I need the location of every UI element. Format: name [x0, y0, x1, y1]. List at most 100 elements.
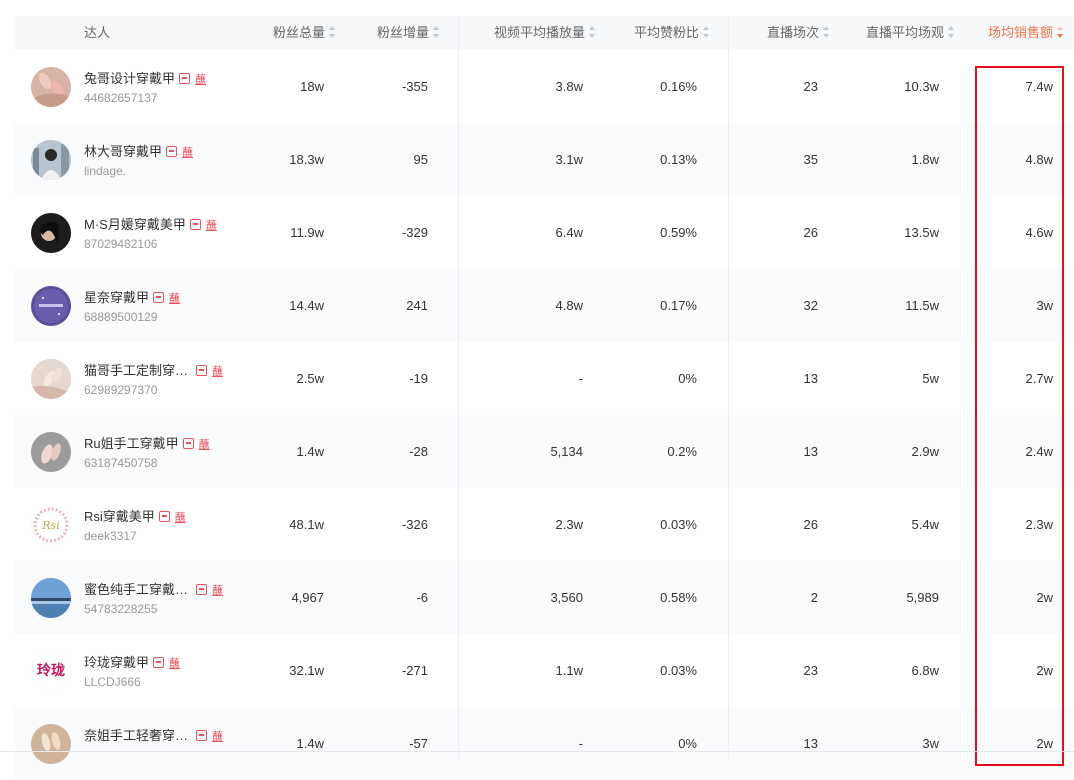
avatar[interactable] [31, 286, 71, 326]
cell-followers-growth: -329 [401, 225, 428, 240]
sort-caret-icon[interactable] [433, 26, 440, 38]
table-row[interactable]: Ru姐手工穿戴甲 蘸 63187450758 1.4w -28 5,134 0.2% 13 2.… [14, 415, 1074, 488]
sort-caret-icon[interactable] [329, 26, 336, 38]
table-row[interactable]: 林大哥穿戴甲 蘸 lindage. 18.3w 95 3.1w 0.13% 35 1.8w 4.8… [14, 123, 1074, 196]
table-row[interactable]: 兔哥设计穿戴甲 蘸 44682657137 18w -355 3.8w 0.16% 23 10.… [14, 50, 1074, 123]
influencer-info: 玲珑穿戴甲 蘸 LLCDJ666 [84, 654, 254, 690]
influencer-uid: deek3317 [84, 529, 137, 543]
table-row[interactable]: 猫哥手工定制穿… 蘸 62989297370 2.5w -19 - 0% 13 5w 2.7w [14, 342, 1074, 415]
avatar[interactable] [31, 724, 71, 764]
cell-followers-total: 48.1w [289, 517, 324, 532]
influencer-info: 兔哥设计穿戴甲 蘸 44682657137 [84, 70, 254, 106]
column-header-followers-growth[interactable]: 粉丝增量 [377, 16, 440, 50]
cell-followers-growth: 95 [413, 152, 428, 167]
cell-followers-total: 2.5w [296, 371, 324, 386]
column-header-label: 直播场次 [766, 25, 819, 40]
influencer-name[interactable]: 蜜色纯手工穿戴… [84, 581, 192, 599]
column-header-live-sessions[interactable]: 直播场次 [767, 16, 830, 50]
influencer-name[interactable]: 玲珑穿戴甲 [84, 654, 149, 672]
influencer-name[interactable]: M·S月媛穿戴美甲 [84, 216, 186, 234]
table-row[interactable]: M·S月媛穿戴美甲 蘸 87029482106 11.9w -329 6.4w 0.59% 2… [14, 196, 1074, 269]
cell-avg-sales-per-session: 2.7w [1025, 371, 1053, 386]
table-row[interactable]: Rsi Rsi穿戴美甲 蘸 deek3317 48.1w -326 2.3w 0.03% 26 5… [14, 488, 1074, 561]
cell-followers-total: 14.4w [289, 298, 324, 313]
sort-caret-icon[interactable] [823, 26, 830, 38]
influencer-uid: 63187450758 [84, 456, 158, 470]
cell-live-avg-viewers: 1.8w [911, 152, 939, 167]
shop-icon [196, 730, 207, 741]
cell-live-sessions: 13 [803, 371, 818, 386]
column-header-live-avg-viewers[interactable]: 直播平均场观 [866, 16, 955, 50]
shop-icon [189, 219, 201, 230]
cell-video-avg-plays: 3.8w [555, 79, 583, 94]
cell-avg-like-fan-ratio: 0.2% [667, 444, 697, 459]
cell-live-avg-viewers: 3w [922, 736, 939, 751]
table-header: 达人 粉丝总量 粉丝增量 视频平均播放量 平均赞粉比 直播场次 直播平均场观 场均销售额 [14, 16, 1074, 50]
table-row[interactable]: 星奈穿戴甲 蘸 68889500129 14.4w 241 4.8w 0.17% 32 11.5… [14, 269, 1074, 342]
column-header-avg-like-fan-ratio[interactable]: 平均赞粉比 [634, 16, 710, 50]
badge-label: 蘸 [212, 731, 223, 743]
cell-live-avg-viewers: 5,989 [906, 590, 939, 605]
cell-followers-total: 18.3w [289, 152, 324, 167]
shop-icon [179, 73, 191, 84]
sort-caret-icon[interactable] [589, 26, 596, 38]
cell-avg-like-fan-ratio: 0.17% [660, 298, 697, 313]
cell-live-avg-viewers: 5w [922, 371, 939, 386]
shop-icon [153, 657, 165, 668]
column-header-avg-sales-per-session[interactable]: 场均销售额 [988, 16, 1064, 50]
sort-caret-icon[interactable] [1057, 26, 1064, 38]
influencer-uid: 62989297370 [84, 383, 158, 397]
avatar[interactable] [31, 213, 71, 253]
influencer-uid: 68889500129 [84, 310, 158, 324]
cell-video-avg-plays: 1.1w [555, 663, 583, 678]
avatar[interactable]: 玲珑 [31, 651, 71, 691]
column-divider [458, 16, 459, 758]
badge-label: 蘸 [212, 366, 223, 378]
cell-video-avg-plays: 4.8w [555, 298, 583, 313]
cell-live-avg-viewers: 6.8w [911, 663, 939, 678]
cell-avg-like-fan-ratio: 0.13% [660, 152, 697, 167]
sort-caret-icon[interactable] [703, 26, 710, 38]
cell-live-sessions: 13 [803, 444, 818, 459]
avatar[interactable] [31, 67, 71, 107]
influencer-name[interactable]: 林大哥穿戴甲 [84, 143, 162, 161]
influencer-name[interactable]: Ru姐手工穿戴甲 [84, 435, 179, 453]
influencer-name[interactable]: 奈姐手工轻奢穿… [84, 727, 192, 745]
column-header-video-avg-plays[interactable]: 视频平均播放量 [494, 16, 596, 50]
table-row[interactable]: 蜜色纯手工穿戴… 蘸 54783228255 4,967 -6 3,560 0.58% 2 5,… [14, 561, 1074, 634]
cell-live-sessions: 26 [803, 225, 818, 240]
influencer-name[interactable]: 星奈穿戴甲 [84, 289, 149, 307]
badge-label: 蘸 [169, 293, 181, 305]
shop-icon [166, 146, 178, 157]
sort-caret-icon[interactable] [948, 26, 955, 38]
column-header-label: 视频平均播放量 [493, 25, 585, 40]
influencer-name[interactable]: 猫哥手工定制穿… [84, 362, 192, 380]
cell-live-sessions: 13 [803, 736, 818, 751]
avatar[interactable] [31, 432, 71, 472]
avatar[interactable] [31, 140, 71, 180]
table-row[interactable]: 奈姐手工轻奢穿… 蘸 1.4w -57 - 0% 13 3w 2w [14, 707, 1074, 780]
cell-live-avg-viewers: 2.9w [911, 444, 939, 459]
avatar[interactable]: Rsi [31, 505, 71, 545]
cell-followers-total: 32.1w [289, 663, 324, 678]
shop-icon [153, 292, 165, 303]
avatar[interactable] [31, 578, 71, 618]
influencer-name[interactable]: Rsi穿戴美甲 [84, 508, 155, 526]
column-header-influencer: 达人 [84, 16, 110, 50]
influencer-uid: LLCDJ666 [84, 675, 141, 689]
influencer-uid [84, 747, 254, 763]
badge-label: 蘸 [169, 658, 181, 670]
column-header-followers-total[interactable]: 粉丝总量 [273, 16, 336, 50]
badge-label: 蘸 [195, 74, 207, 86]
shop-icon [182, 438, 194, 449]
cell-avg-sales-per-session: 2w [1036, 663, 1053, 678]
table-row[interactable]: 玲珑 玲珑穿戴甲 蘸 LLCDJ666 32.1w -271 1.1w 0.03% 23 6.8w… [14, 634, 1074, 707]
cell-avg-sales-per-session: 2w [1036, 590, 1053, 605]
column-divider [728, 16, 729, 758]
cell-video-avg-plays: 3,560 [550, 590, 583, 605]
cell-followers-total: 1.4w [296, 736, 324, 751]
avatar[interactable] [31, 359, 71, 399]
cell-followers-total: 4,967 [291, 590, 324, 605]
cell-followers-growth: -19 [409, 371, 428, 386]
influencer-name[interactable]: 兔哥设计穿戴甲 [84, 70, 175, 88]
